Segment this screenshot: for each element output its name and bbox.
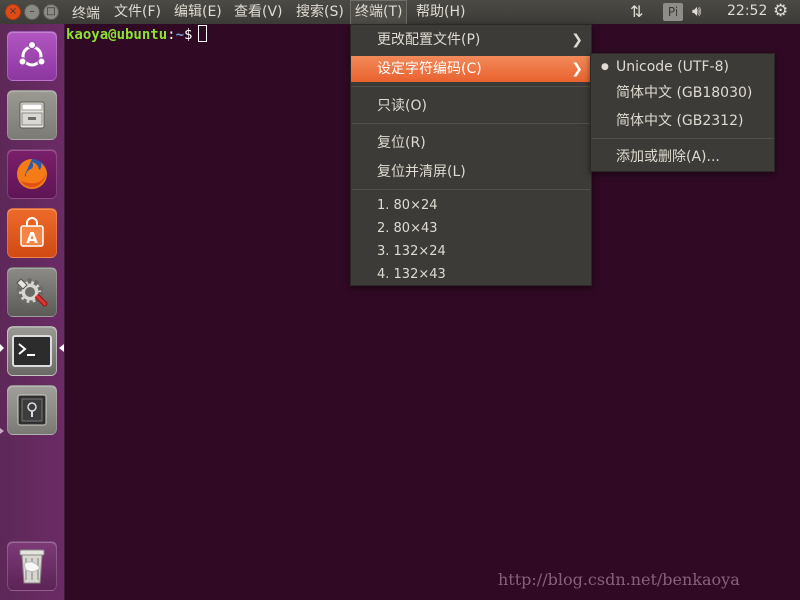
menu-size-80x24[interactable]: 1. 80×24 bbox=[351, 194, 591, 217]
firefox-icon bbox=[17, 159, 47, 189]
encoding-add-remove[interactable]: 添加或删除(A)... bbox=[591, 144, 774, 170]
menu-search[interactable]: 搜索(S) bbox=[292, 0, 348, 24]
app-title: 终端 bbox=[72, 6, 100, 22]
menu-help[interactable]: 帮助(H) bbox=[412, 0, 469, 24]
prompt-symbol: $ bbox=[184, 27, 193, 43]
window-close-button[interactable]: × bbox=[5, 4, 21, 20]
file-cabinet-icon bbox=[19, 101, 45, 129]
trash-icon bbox=[19, 549, 45, 584]
settings-wrench-gear-icon bbox=[16, 278, 48, 307]
menu-item-label: 只读(O) bbox=[377, 98, 427, 114]
terminal-running-indicator bbox=[0, 344, 4, 352]
launcher-dash-button[interactable] bbox=[7, 31, 57, 81]
safe-icon bbox=[17, 394, 47, 426]
menu-item-label: 简体中文 (GB18030) bbox=[616, 85, 753, 101]
terminal-icon bbox=[12, 335, 52, 367]
menu-separator bbox=[352, 123, 590, 124]
menu-item-label: 简体中文 (GB2312) bbox=[616, 113, 744, 129]
submenu-arrow-icon: ❯ bbox=[571, 32, 583, 48]
menu-item-label: 复位(R) bbox=[377, 135, 426, 151]
svg-text:A: A bbox=[26, 229, 38, 247]
launcher-system-settings-button[interactable] bbox=[7, 267, 57, 317]
launcher-backup-button[interactable] bbox=[7, 385, 57, 435]
ubuntu-logo-icon bbox=[18, 40, 46, 67]
menu-size-132x24[interactable]: 3. 132×24 bbox=[351, 240, 591, 263]
encoding-submenu: ● Unicode (UTF-8) 简体中文 (GB18030) 简体中文 (G… bbox=[590, 53, 775, 172]
encoding-gb2312[interactable]: 简体中文 (GB2312) bbox=[591, 108, 774, 134]
network-updown-icon[interactable]: ⇅ bbox=[630, 2, 643, 21]
menu-item-label: 添加或删除(A)... bbox=[616, 149, 720, 165]
selected-bullet-icon: ● bbox=[601, 62, 609, 72]
terminal-focused-indicator bbox=[59, 344, 64, 352]
volume-icon[interactable]: 🔊︎ bbox=[692, 2, 701, 20]
menu-item-label: Unicode (UTF-8) bbox=[616, 59, 729, 75]
menu-reset-and-clear[interactable]: 复位并清屏(L) bbox=[351, 159, 591, 185]
system-gear-icon[interactable]: ⚙ bbox=[773, 1, 788, 21]
prompt-separator: : bbox=[167, 27, 176, 43]
submenu-arrow-icon: ❯ bbox=[571, 61, 583, 77]
menu-item-label: 更改配置文件(P) bbox=[377, 32, 481, 48]
launcher-terminal-button[interactable] bbox=[7, 326, 57, 376]
window-maximize-button[interactable]: □ bbox=[43, 4, 59, 20]
menu-item-label: 4. 132×43 bbox=[377, 267, 446, 282]
terminal-cursor bbox=[198, 25, 208, 42]
launcher-trash-button[interactable] bbox=[7, 541, 57, 591]
menu-reset[interactable]: 复位(R) bbox=[351, 130, 591, 156]
watermark: http://blog.csdn.net/benkaoya bbox=[498, 570, 740, 589]
menu-size-80x43[interactable]: 2. 80×43 bbox=[351, 217, 591, 240]
menu-separator bbox=[352, 86, 590, 87]
backup-running-indicator bbox=[0, 428, 4, 434]
menu-separator bbox=[592, 138, 773, 139]
launcher-software-center-button[interactable]: A bbox=[7, 208, 57, 258]
launcher-firefox-button[interactable] bbox=[7, 149, 57, 199]
menu-read-only[interactable]: 只读(O) bbox=[351, 93, 591, 119]
terminal-prompt[interactable]: kaoya@ubuntu:~$ bbox=[66, 25, 208, 43]
prompt-user-host: kaoya@ubuntu bbox=[66, 27, 168, 43]
menu-item-label: 复位并清屏(L) bbox=[377, 164, 466, 180]
menu-separator bbox=[352, 189, 590, 190]
clock[interactable]: 22:52 bbox=[727, 3, 767, 19]
menu-item-label: 1. 80×24 bbox=[377, 198, 438, 213]
menu-change-profile[interactable]: 更改配置文件(P) ❯ bbox=[351, 27, 591, 53]
encoding-utf8[interactable]: ● Unicode (UTF-8) bbox=[591, 54, 774, 80]
menu-item-label: 3. 132×24 bbox=[377, 244, 446, 259]
terminal-menu: 更改配置文件(P) ❯ 设定字符编码(C) ❯ 只读(O) 复位(R) 复位并清… bbox=[350, 24, 592, 286]
top-panel: × – □ 终端 文件(F) 编辑(E) 查看(V) 搜索(S) 终端(T) 帮… bbox=[0, 0, 800, 24]
launcher-files-button[interactable] bbox=[7, 90, 57, 140]
menu-item-label: 设定字符编码(C) bbox=[377, 61, 482, 77]
menu-terminal[interactable]: 终端(T) bbox=[350, 0, 408, 24]
prompt-path: ~ bbox=[175, 27, 185, 43]
launcher: A bbox=[0, 24, 65, 600]
menu-edit[interactable]: 编辑(E) bbox=[170, 0, 226, 24]
window-minimize-button[interactable]: – bbox=[24, 4, 40, 20]
menu-file[interactable]: 文件(F) bbox=[110, 0, 165, 24]
shopping-bag-icon: A bbox=[20, 217, 44, 247]
input-method-icon[interactable]: Pi bbox=[663, 3, 683, 21]
menu-item-label: 2. 80×43 bbox=[377, 221, 438, 236]
encoding-gb18030[interactable]: 简体中文 (GB18030) bbox=[591, 80, 774, 106]
menu-set-character-encoding[interactable]: 设定字符编码(C) ❯ bbox=[351, 56, 591, 82]
menu-view[interactable]: 查看(V) bbox=[230, 0, 287, 24]
menu-size-132x43[interactable]: 4. 132×43 bbox=[351, 263, 591, 286]
